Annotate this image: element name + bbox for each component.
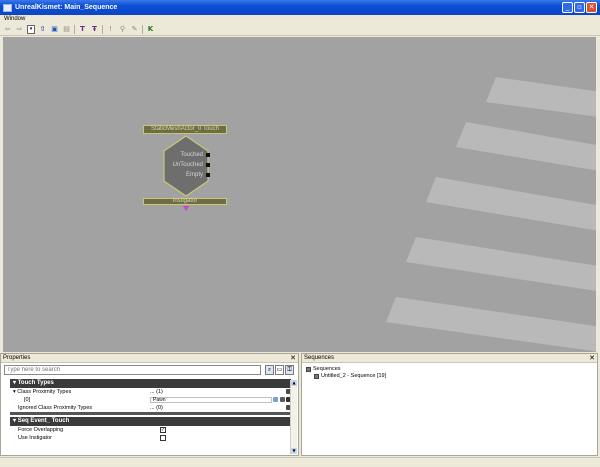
- property-row-class-proximity[interactable]: ▾ Class Proximity Types ... (1): [10, 388, 297, 396]
- scroll-down-icon[interactable]: ▼: [291, 448, 297, 454]
- output-untouched-pin[interactable]: [206, 163, 210, 167]
- property-name: Use Instigator: [18, 435, 52, 441]
- scroll-up-icon[interactable]: ▲: [291, 380, 297, 386]
- property-name: [0]: [24, 397, 31, 403]
- output-empty-label: Empty: [185, 172, 203, 178]
- wrench-icon[interactable]: ✎: [130, 25, 139, 34]
- property-row-force-overlapping[interactable]: Force Overlapping ✓: [10, 426, 291, 434]
- properties-scrollbar[interactable]: ▲ ▼: [290, 380, 297, 454]
- dropdown-icon[interactable]: [273, 397, 278, 402]
- properties-panel: Properties ✕ ⌕ ▭ ⚿ ▾ Touch Types ▾ Class…: [0, 353, 299, 456]
- property-name: Force Overlapping: [18, 427, 64, 433]
- variable-link-bar[interactable]: Instigator: [143, 198, 227, 205]
- parent-sequence-icon[interactable]: ⇧: [38, 25, 47, 34]
- tree-item-label: Untitled_2 - Sequence [19]: [321, 373, 387, 379]
- close-icon[interactable]: ✕: [589, 354, 595, 363]
- exclamation-icon[interactable]: !: [106, 25, 115, 34]
- event-node-title[interactable]: StaticMeshActor_0 Touch: [143, 125, 227, 134]
- property-row-ignored-class[interactable]: Ignored Class Proximity Types ... (0): [10, 404, 297, 412]
- menu-bar: Window: [0, 15, 600, 23]
- window-controls: _ ▫ ✕: [562, 2, 597, 13]
- tool-t-icon[interactable]: T: [78, 25, 87, 34]
- close-icon[interactable]: ✕: [586, 2, 597, 13]
- kismet-canvas[interactable]: StaticMeshActor_0 Touch Touched UnTouche…: [3, 37, 596, 352]
- zoom-icon[interactable]: ⚲: [118, 25, 127, 34]
- menu-window[interactable]: Window: [4, 16, 25, 22]
- property-row-class-proximity-0[interactable]: [0] Pawn: [10, 396, 297, 404]
- rename-sequence-icon[interactable]: ▣: [50, 25, 59, 34]
- property-value: ... (1): [150, 389, 163, 395]
- maximize-icon[interactable]: ▫: [574, 2, 585, 13]
- category-divider: [10, 412, 291, 415]
- open-sequence-icon[interactable]: ▤: [62, 25, 71, 34]
- tree-item-child[interactable]: Untitled_2 - Sequence [19]: [306, 372, 593, 380]
- sequence-tree: Sequences Untitled_2 - Sequence [19]: [302, 363, 597, 382]
- output-touched-pin[interactable]: [206, 153, 210, 157]
- category-touch-types[interactable]: ▾ Touch Types: [10, 379, 291, 388]
- instigator-pin-icon[interactable]: [183, 206, 189, 211]
- force-overlapping-checkbox[interactable]: ✓: [160, 427, 166, 433]
- use-icon[interactable]: [280, 397, 285, 402]
- close-icon[interactable]: ✕: [290, 354, 296, 363]
- output-touched-label: Touched: [180, 152, 203, 158]
- sequence-folder-icon: [306, 366, 311, 372]
- collapse-icon[interactable]: ▭: [275, 365, 284, 375]
- kismet-k-icon[interactable]: K: [146, 25, 155, 34]
- property-name: Ignored Class Proximity Types: [18, 405, 93, 411]
- toolbar-separator: [102, 24, 103, 34]
- history-dropdown-icon[interactable]: ▾: [27, 24, 35, 34]
- sequence-icon: [314, 373, 319, 379]
- app-icon: [3, 3, 12, 12]
- output-empty-pin[interactable]: [206, 173, 210, 177]
- sequences-header: Sequences ✕: [302, 354, 597, 363]
- sequences-panel: Sequences ✕ Sequences Untitled_2 - Seque…: [301, 353, 598, 456]
- search-icon[interactable]: ⌕: [265, 365, 274, 375]
- back-arrow-icon[interactable]: ⇦: [3, 25, 12, 34]
- background-watermark: [386, 77, 596, 352]
- properties-title: Properties: [3, 355, 31, 361]
- property-search-input[interactable]: [4, 365, 261, 375]
- title-bar: UnrealKismet: Main_Sequence _ ▫ ✕: [0, 0, 600, 15]
- toolbar-separator: [74, 24, 75, 34]
- property-value: ... (0): [150, 405, 163, 411]
- forward-arrow-icon[interactable]: ⇨: [15, 25, 24, 34]
- toolbar: ⇦ ⇨ ▾ ⇧ ▣ ▤ T Ŧ ! ⚲ ✎ K: [0, 23, 600, 36]
- category-seq-event-touch[interactable]: ▾ Seq Event_ Touch: [10, 417, 291, 426]
- minimize-icon[interactable]: _: [562, 2, 573, 13]
- toolbar-separator: [142, 24, 143, 34]
- property-value-input[interactable]: Pawn: [150, 397, 272, 403]
- tool-tt-icon[interactable]: Ŧ: [90, 25, 99, 34]
- window-title: UnrealKismet: Main_Sequence: [15, 4, 118, 11]
- search-row: ⌕ ▭ ⚿: [4, 365, 298, 377]
- properties-header: Properties ✕: [1, 354, 298, 363]
- lock-icon[interactable]: ⚿: [285, 365, 294, 375]
- sequences-title: Sequences: [304, 355, 335, 361]
- property-name: ▾ Class Proximity Types: [13, 389, 72, 395]
- output-untouched-label: UnTouched: [172, 162, 203, 168]
- property-row-use-instigator[interactable]: Use Instigator: [10, 434, 291, 442]
- use-instigator-checkbox[interactable]: [160, 435, 166, 441]
- status-bar: [0, 457, 600, 467]
